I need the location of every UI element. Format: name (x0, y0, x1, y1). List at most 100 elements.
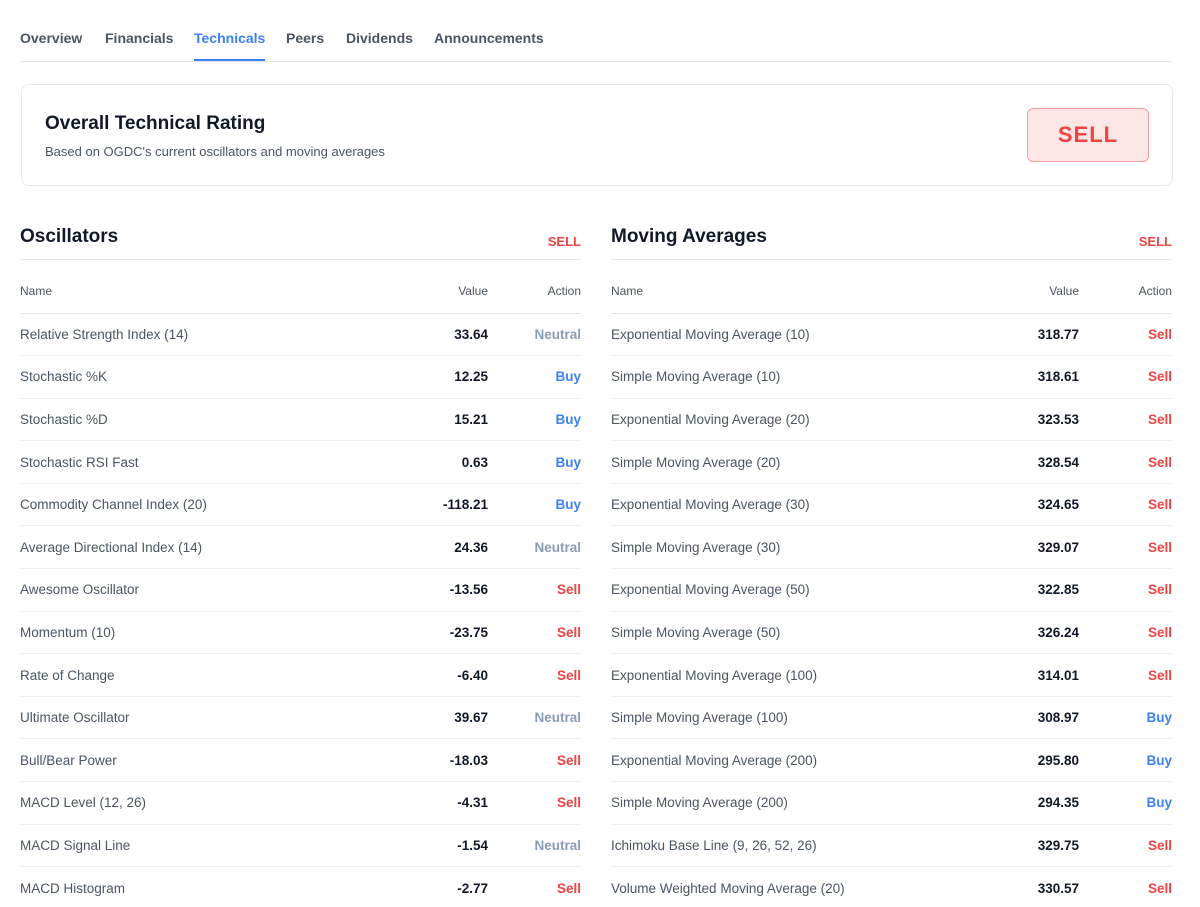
table-row: Ichimoku Base Line (9, 26, 52, 26) 329.75… (611, 824, 1172, 868)
indicator-name: Exponential Moving Average (100) (611, 653, 1009, 697)
table-row: MACD Signal Line -1.54 Neutral (20, 824, 581, 868)
indicator-name: Bull/Bear Power (20, 738, 398, 783)
indicator-action: Sell (1079, 611, 1172, 655)
column-header-name: Name (611, 270, 1009, 314)
table-row: Awesome Oscillator -13.56 Sell (20, 568, 581, 612)
indicator-name: Simple Moving Average (200) (611, 781, 1009, 825)
indicator-action: Sell (1079, 440, 1172, 484)
moving-averages-summary: SELL (1138, 234, 1172, 249)
rating-title: Overall Technical Rating (45, 113, 266, 134)
indicator-name: Stochastic %K (20, 355, 398, 399)
table-row: Simple Moving Average (100) 308.97 Buy (611, 696, 1172, 740)
table-header-row: Name Value Action (20, 270, 581, 314)
indicator-action: Sell (1079, 355, 1172, 399)
indicator-action: Sell (1079, 398, 1172, 442)
indicator-name: Simple Moving Average (50) (611, 611, 1009, 655)
table-row: Volume Weighted Moving Average (20) 330.5… (611, 866, 1172, 907)
indicator-action: Sell (1079, 866, 1172, 907)
overall-rating-card: Overall Technical Rating Based on OGDC's… (21, 84, 1173, 186)
column-header-name: Name (20, 270, 398, 314)
indicator-action: Sell (488, 866, 581, 907)
indicator-name: Simple Moving Average (10) (611, 355, 1009, 399)
table-row: Stochastic %D 15.21 Buy (20, 398, 581, 442)
rating-subtitle: Based on OGDC's current oscillators and … (45, 144, 385, 159)
indicator-value: -118.21 (397, 483, 488, 527)
indicator-value: 33.64 (397, 313, 488, 357)
column-header-value: Value (1008, 270, 1079, 314)
indicator-action: Buy (488, 483, 581, 527)
oscillators-summary: SELL (547, 234, 581, 249)
indicator-name: Stochastic %D (20, 398, 398, 442)
table-row: Simple Moving Average (50) 326.24 Sell (611, 611, 1172, 655)
indicator-action: Sell (488, 568, 581, 612)
indicator-action: Neutral (488, 525, 581, 570)
tab-announcements[interactable]: Announcements (434, 30, 544, 46)
indicator-name: Simple Moving Average (30) (611, 525, 1009, 570)
table-row: Commodity Channel Index (20) -118.21 Buy (20, 483, 581, 527)
oscillators-panel: Oscillators SELL Name Value Action Relat… (20, 218, 581, 907)
indicator-action: Sell (1079, 483, 1172, 527)
indicator-name: Average Directional Index (14) (20, 525, 398, 570)
tab-financials[interactable]: Financials (105, 30, 173, 46)
tab-peers[interactable]: Peers (286, 30, 324, 46)
indicator-name: Simple Moving Average (20) (611, 440, 1009, 484)
indicator-name: MACD Signal Line (20, 824, 398, 868)
indicator-name: Awesome Oscillator (20, 568, 398, 612)
indicator-action: Buy (488, 355, 581, 399)
tab-technicals[interactable]: Technicals (194, 30, 266, 61)
indicator-name: Exponential Moving Average (30) (611, 483, 1009, 527)
indicator-name: Ichimoku Base Line (9, 26, 52, 26) (611, 824, 1009, 868)
indicator-value: -6.40 (397, 653, 488, 697)
indicator-value: -2.77 (397, 866, 488, 907)
table-row: Simple Moving Average (20) 328.54 Sell (611, 440, 1172, 484)
table-row: Bull/Bear Power -18.03 Sell (20, 738, 581, 783)
indicator-name: Simple Moving Average (100) (611, 696, 1009, 740)
indicator-action: Buy (1079, 738, 1172, 783)
indicator-name: Exponential Moving Average (10) (611, 313, 1009, 357)
indicator-action: Sell (1079, 824, 1172, 868)
indicator-action: Buy (488, 398, 581, 442)
indicator-value: -13.56 (397, 568, 488, 612)
table-row: Momentum (10) -23.75 Sell (20, 611, 581, 655)
tab-overview[interactable]: Overview (20, 30, 82, 46)
indicator-value: 323.53 (1008, 398, 1079, 442)
indicator-name: Ultimate Oscillator (20, 696, 398, 740)
indicator-name: Exponential Moving Average (20) (611, 398, 1009, 442)
indicator-value: 322.85 (1008, 568, 1079, 612)
oscillators-table: Name Value Action Relative Strength Inde… (20, 270, 581, 907)
indicator-action: Sell (488, 611, 581, 655)
table-row: Exponential Moving Average (200) 295.80 Bu… (611, 738, 1172, 783)
indicator-name: Exponential Moving Average (200) (611, 738, 1009, 783)
table-row: Exponential Moving Average (50) 322.85 Sel… (611, 568, 1172, 612)
indicator-name: Commodity Channel Index (20) (20, 483, 398, 527)
column-header-action: Action (1079, 270, 1172, 314)
indicator-value: 329.75 (1008, 824, 1079, 868)
indicator-value: 0.63 (397, 440, 488, 484)
column-header-value: Value (397, 270, 488, 314)
moving-averages-title: Moving Averages (611, 226, 767, 247)
indicator-value: 324.65 (1008, 483, 1079, 527)
indicator-value: 295.80 (1008, 738, 1079, 783)
indicator-value: 294.35 (1008, 781, 1079, 825)
indicator-value: -1.54 (397, 824, 488, 868)
indicator-name: Momentum (10) (20, 611, 398, 655)
moving-averages-panel: Moving Averages SELL Name Value Action E… (611, 218, 1172, 907)
table-row: Stochastic %K 12.25 Buy (20, 355, 581, 399)
table-row: Relative Strength Index (14) 33.64 Neutral (20, 313, 581, 357)
indicator-value: -23.75 (397, 611, 488, 655)
indicator-action: Sell (1079, 568, 1172, 612)
oscillators-header: Oscillators SELL (20, 218, 581, 260)
indicator-action: Buy (488, 440, 581, 484)
indicator-action: Buy (1079, 781, 1172, 825)
indicator-name: Stochastic RSI Fast (20, 440, 398, 484)
indicator-value: 328.54 (1008, 440, 1079, 484)
column-header-action: Action (488, 270, 581, 314)
moving-averages-header: Moving Averages SELL (611, 218, 1172, 260)
tab-dividends[interactable]: Dividends (346, 30, 413, 46)
indicator-value: 15.21 (397, 398, 488, 442)
table-row: MACD Histogram -2.77 Sell (20, 866, 581, 907)
indicator-action: Buy (1079, 696, 1172, 740)
indicator-value: -4.31 (397, 781, 488, 825)
rating-verdict-badge: SELL (1027, 108, 1149, 162)
indicator-value: 308.97 (1008, 696, 1079, 740)
